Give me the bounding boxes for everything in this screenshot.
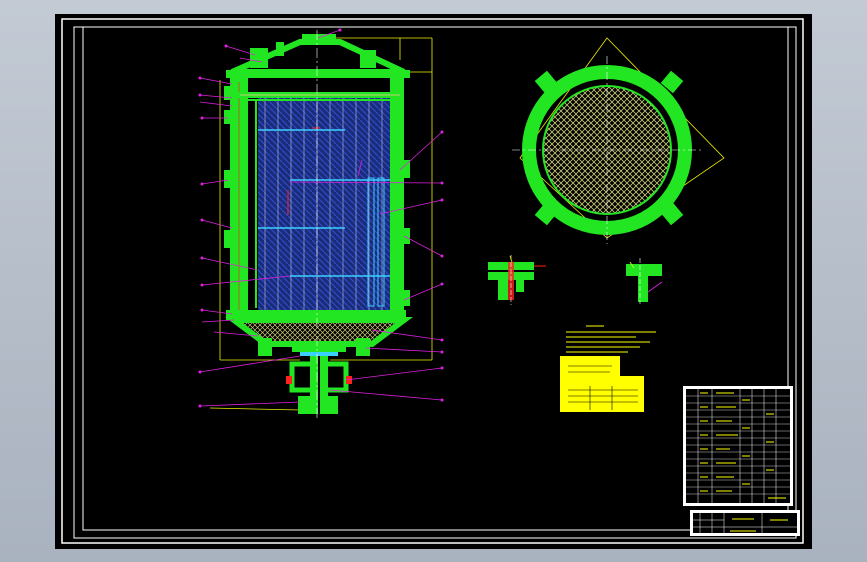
cad-viewport <box>55 14 812 549</box>
title-block <box>690 510 800 536</box>
parts-list <box>683 386 793 506</box>
